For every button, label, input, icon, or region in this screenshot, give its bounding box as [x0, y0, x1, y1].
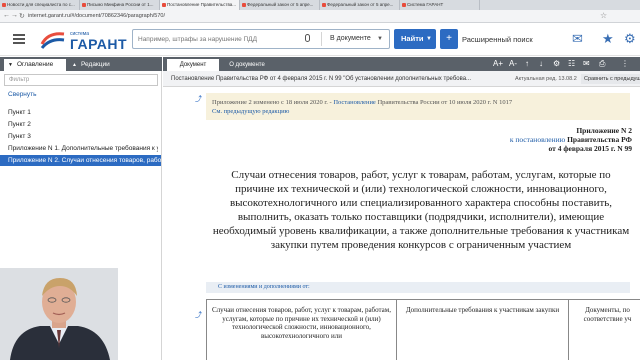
- changes-link[interactable]: С изменениями и дополнениями от:: [206, 282, 630, 293]
- menu-icon[interactable]: [13, 34, 25, 46]
- tab-editions-label: Редакции: [81, 61, 110, 68]
- document-heading: Случаи отнесения товаров, работ, услуг к…: [212, 169, 630, 251]
- view-icon[interactable]: ☷: [568, 58, 575, 70]
- tab-toc-label: Оглавление: [17, 61, 54, 68]
- bookmark-icon[interactable]: ☆: [600, 11, 607, 20]
- toc-item[interactable]: Приложение N 1. Дополнительные требовани…: [8, 143, 158, 154]
- browser-tab-label: Постановление Правительства...: [167, 2, 237, 7]
- document-title-bar: Постановление Правительства РФ от 4 февр…: [163, 71, 640, 87]
- search-input[interactable]: [133, 30, 303, 48]
- url-field[interactable]: internet.garant.ru/#/document/70862346/p…: [28, 12, 548, 21]
- browser-tab[interactable]: Федеральный закон от 5 апре...: [320, 0, 400, 10]
- decree-reference-link[interactable]: к постановлению: [510, 135, 565, 144]
- find-button[interactable]: Найти ▼: [394, 29, 436, 49]
- tab-toc[interactable]: ▼ Оглавление: [4, 59, 66, 71]
- collapse-link[interactable]: Свернуть: [8, 91, 37, 98]
- change-note: Приложение 2 изменено с 18 июля 2020 г. …: [206, 93, 630, 120]
- change-note-line: Приложение 2 изменено с 18 июля 2020 г. …: [212, 98, 624, 107]
- microphone-icon[interactable]: [305, 34, 310, 42]
- font-increase-icon[interactable]: A+: [493, 58, 503, 70]
- garant-logo-icon: [40, 32, 65, 49]
- favicon-icon: [402, 3, 406, 7]
- note-prefix: Приложение 2 изменено с 18 июля 2020 г. …: [212, 99, 334, 106]
- toc-item[interactable]: Пункт 1: [8, 107, 158, 118]
- compare-button[interactable]: Сравнить с предыдущей: [581, 74, 640, 84]
- tab-document[interactable]: Документ: [167, 59, 219, 71]
- presenter-image: [0, 268, 118, 360]
- browser-tab-label: Система ГАРАНТ: [407, 2, 444, 7]
- logo-text: ГАРАНТ: [70, 36, 128, 52]
- browser-tab[interactable]: Письмо Минфина России от 1...: [80, 0, 160, 10]
- requirements-table: Случаи отнесения товаров, работ, услуг к…: [206, 299, 640, 360]
- document-title: Постановление Правительства РФ от 4 февр…: [171, 76, 472, 82]
- arrow-down-icon[interactable]: ↓: [539, 58, 543, 70]
- appendix-number: Приложение N 2: [576, 126, 632, 135]
- toc-item[interactable]: Пункт 3: [8, 131, 158, 142]
- chevron-down-icon: ▼: [426, 36, 432, 42]
- forward-icon[interactable]: →: [11, 12, 18, 19]
- browser-tab-label: Новости для специалиста по с...: [7, 2, 75, 7]
- more-icon[interactable]: ⋮: [621, 58, 629, 70]
- search-scope-label: В документе: [330, 35, 371, 42]
- browser-tab-label: Федеральный закон от 5 апре...: [247, 2, 314, 7]
- settings-icon[interactable]: ⚙: [553, 58, 560, 70]
- appendix-date: от 4 февраля 2015 г. N 99: [548, 144, 632, 153]
- find-label: Найти: [401, 34, 424, 43]
- browser-tab[interactable]: Федеральный закон от 5 апре...: [240, 0, 320, 10]
- document-body: ⤴ Приложение 2 изменено с 18 июля 2020 г…: [163, 88, 640, 360]
- decree-link[interactable]: Постановление: [333, 99, 375, 106]
- change-marker-icon[interactable]: ⤴: [195, 310, 202, 320]
- left-panel-tabs: ▼ Оглавление ▲ Редакции: [0, 57, 162, 71]
- browser-tab-strip: Новости для специалиста по с... Письмо М…: [0, 0, 640, 10]
- collapse-triangle-icon: ▼: [8, 62, 13, 68]
- search-box: В документе ▼: [132, 29, 390, 49]
- version-select[interactable]: Актуальная ред. 13.08.2020 - ?: [515, 74, 577, 84]
- appendix-reference: Приложение N 2 к постановлению Правитель…: [510, 126, 632, 153]
- previous-edition-link[interactable]: См. предыдущую редакцию: [212, 107, 624, 116]
- settings-icon[interactable]: ⚙: [624, 32, 636, 46]
- add-button[interactable]: +: [440, 29, 458, 49]
- favicon-icon: [242, 3, 246, 7]
- arrow-up-icon[interactable]: ↑: [525, 58, 529, 70]
- tab-editions[interactable]: ▲ Редакции: [68, 59, 120, 71]
- reload-icon[interactable]: ↻: [19, 12, 25, 20]
- search-scope-select[interactable]: В документе ▼: [321, 32, 387, 46]
- font-decrease-icon[interactable]: A-: [509, 58, 517, 70]
- mail-icon[interactable]: ✉: [572, 32, 583, 46]
- chevron-down-icon: ▼: [377, 36, 383, 42]
- browser-tab[interactable]: Новости для специалиста по с...: [0, 0, 80, 10]
- address-bar: ← → ↻ internet.garant.ru/#/document/7086…: [0, 10, 640, 23]
- star-icon[interactable]: ★: [602, 32, 614, 46]
- browser-tab-label: Письмо Минфина России от 1...: [87, 2, 154, 7]
- presenter-video: [0, 268, 118, 360]
- advanced-search-link[interactable]: Расширенный поиск: [462, 35, 533, 44]
- document-tabs: Документ О документе A+ A- ↑ ↓ ⚙ ☷ ✉ ⎙ ⋮: [163, 57, 640, 71]
- print-icon[interactable]: ⎙: [599, 58, 605, 70]
- table-header-cell: Случаи отнесения товаров, работ, услуг к…: [206, 300, 396, 360]
- favicon-icon: [162, 3, 166, 7]
- favicon-icon: [2, 3, 6, 7]
- note-suffix: Правительства России от 10 июля 2020 г. …: [375, 99, 513, 106]
- back-icon[interactable]: ←: [3, 12, 10, 19]
- favicon-icon: [322, 3, 326, 7]
- favicon-icon: [82, 3, 86, 7]
- browser-tab-label: Федеральный закон от 5 апре...: [327, 2, 394, 7]
- toc-item-selected[interactable]: Приложение N 2. Случаи отнесения товаров…: [0, 155, 161, 166]
- appendix-decree: к постановлению Правительства РФ: [509, 135, 632, 144]
- toc-filter-input[interactable]: Фильтр: [4, 74, 158, 86]
- browser-tab[interactable]: Система ГАРАНТ: [400, 0, 480, 10]
- tab-about-document[interactable]: О документе: [221, 59, 273, 71]
- expand-triangle-icon: ▲: [72, 62, 77, 68]
- table-header-cell: Документы, по соответствие уч: [568, 300, 640, 360]
- table-header-cell: Дополнительные требования к участникам з…: [396, 300, 568, 360]
- change-marker-icon[interactable]: ⤴: [195, 94, 202, 104]
- mail-icon[interactable]: ✉: [583, 58, 590, 70]
- browser-tab-active[interactable]: Постановление Правительства...: [160, 0, 240, 10]
- toc-item[interactable]: Пункт 2: [8, 119, 158, 130]
- app-header: система ГАРАНТ В документе▼ Найти▼ + Рас…: [0, 23, 640, 56]
